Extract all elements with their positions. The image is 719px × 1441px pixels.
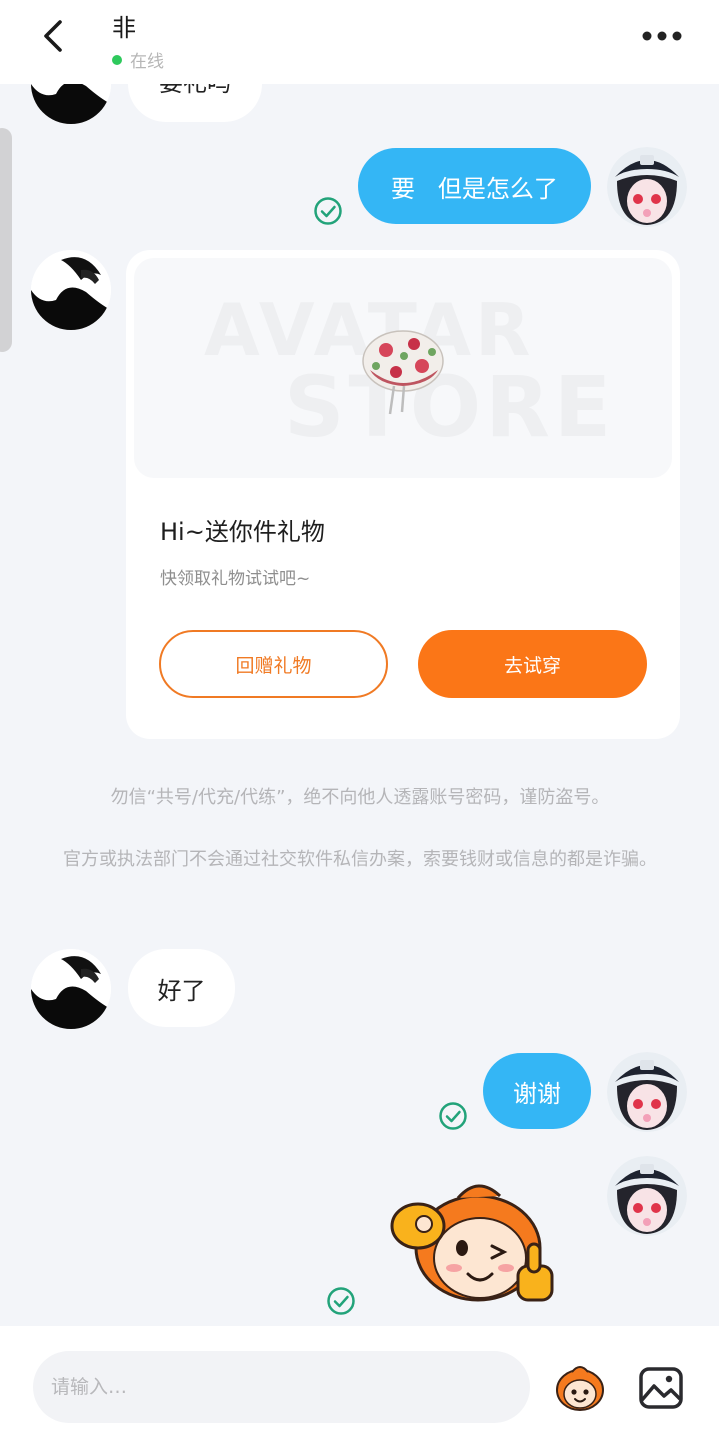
message-input[interactable] xyxy=(33,1351,530,1423)
gift-title: Hi~送你件礼物 xyxy=(160,518,325,546)
more-dots-icon[interactable] xyxy=(640,26,684,46)
online-status: 在线 xyxy=(112,47,164,72)
gift-subtitle: 快领取礼物试试吧~ xyxy=(160,569,311,589)
message-bubble-sent[interactable]: 谢谢 xyxy=(483,1053,591,1129)
status-text: 在线 xyxy=(130,52,164,72)
chat-header: 非 在线 xyxy=(0,0,719,84)
read-check-icon xyxy=(327,1287,355,1315)
friend-avatar[interactable] xyxy=(31,250,111,330)
return-gift-button[interactable]: 回赠礼物 xyxy=(159,630,388,698)
friend-avatar[interactable] xyxy=(31,949,111,1029)
chat-title: 非 xyxy=(112,14,148,42)
read-check-icon xyxy=(439,1102,467,1130)
message-text: 要 但是怎么了 xyxy=(391,174,558,203)
fraud-notice: 官方或执法部门不会通过社交软件私信办案，索要钱财或信息的都是诈骗。 xyxy=(63,849,657,870)
sticker-icon[interactable] xyxy=(554,1364,606,1412)
read-check-icon xyxy=(314,197,342,225)
sticker-message[interactable] xyxy=(388,1170,568,1310)
online-dot-icon xyxy=(112,54,122,65)
message-text: 好了 xyxy=(157,976,206,1005)
my-avatar[interactable] xyxy=(607,1052,687,1132)
gift-card[interactable]: AVATAR STORE Hi~送你件礼物 快领取礼物试试吧~ 回赠礼物 去试穿 xyxy=(126,250,680,739)
message-bubble-received[interactable]: 好了 xyxy=(128,949,235,1027)
my-avatar[interactable] xyxy=(607,147,687,227)
image-icon[interactable] xyxy=(638,1366,684,1410)
message-bubble-sent[interactable]: 要 但是怎么了 xyxy=(358,148,591,224)
gift-preview: AVATAR STORE xyxy=(134,258,672,478)
input-bar xyxy=(0,1326,719,1441)
watermark-text: STORE xyxy=(284,358,616,456)
back-arrow-icon[interactable] xyxy=(36,18,72,54)
side-drawer-handle[interactable] xyxy=(0,128,12,352)
message-text: 谢谢 xyxy=(513,1079,561,1108)
try-on-button[interactable]: 去试穿 xyxy=(418,630,647,698)
gift-hat-icon xyxy=(362,330,444,415)
security-notice: 勿信“共号/代充/代练”，绝不向他人透露账号密码，谨防盗号。 xyxy=(110,787,610,808)
my-avatar[interactable] xyxy=(607,1156,687,1236)
